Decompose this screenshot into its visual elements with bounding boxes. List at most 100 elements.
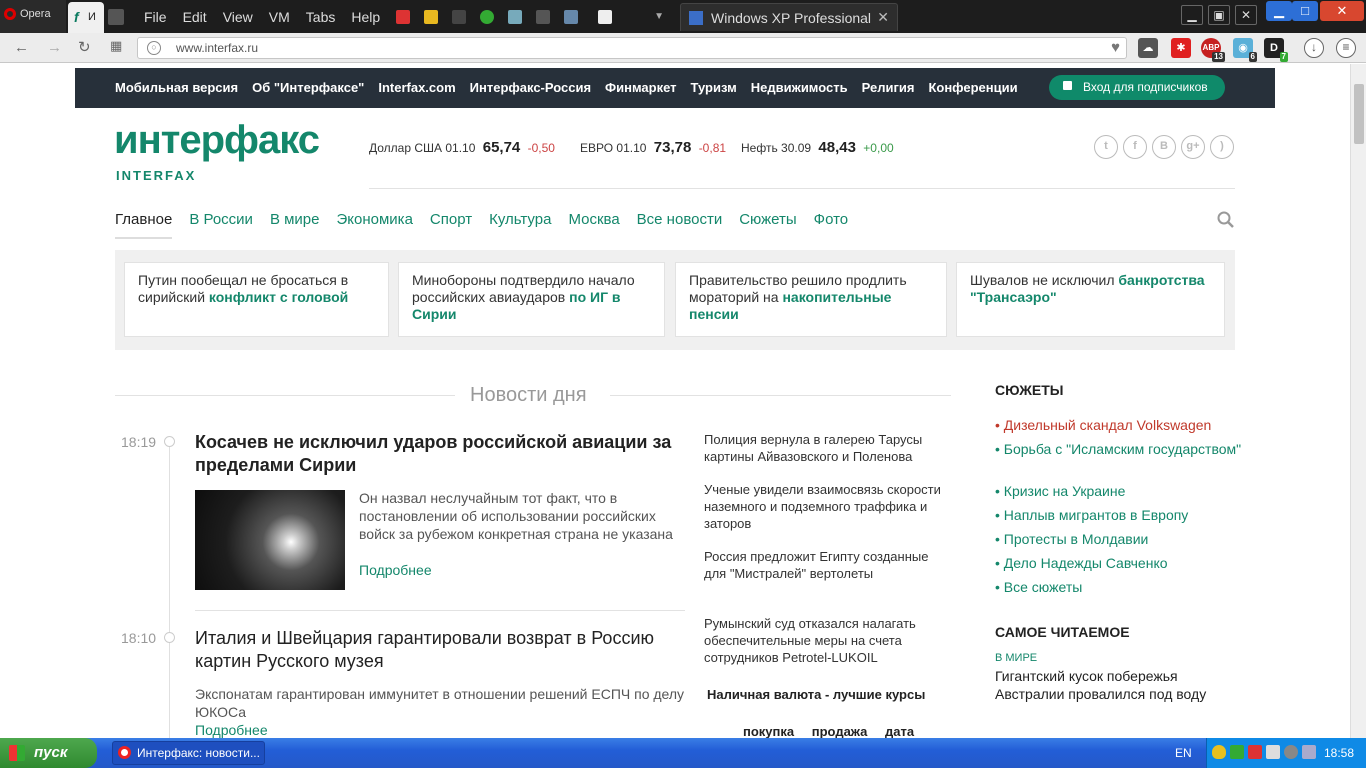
- disconnect-icon[interactable]: D7: [1264, 38, 1288, 62]
- nav-all-news[interactable]: Все новости: [637, 211, 723, 239]
- vm-menu-edit[interactable]: Edit: [183, 9, 207, 25]
- nav-world[interactable]: В мире: [270, 211, 320, 239]
- toplink-about[interactable]: Об "Интерфаксе": [252, 80, 364, 95]
- plot-link[interactable]: • Борьба с "Исламским государством": [995, 440, 1245, 458]
- read-more-link[interactable]: Подробнее: [359, 562, 432, 578]
- security-shield-icon[interactable]: [1212, 745, 1226, 759]
- url-input[interactable]: ○ www.interfax.ru ♥: [137, 37, 1127, 59]
- read-more-link[interactable]: Подробнее: [195, 722, 268, 738]
- scrollbar-thumb[interactable]: [1354, 84, 1364, 144]
- alert-shield-icon[interactable]: [1248, 745, 1262, 759]
- toplink-interfax-russia[interactable]: Интерфакс-Россия: [470, 80, 591, 95]
- vm-menu-file[interactable]: File: [144, 9, 167, 25]
- vm-power-off-icon[interactable]: [396, 9, 411, 24]
- toplink-tourism[interactable]: Туризм: [691, 80, 737, 95]
- page-scrollbar[interactable]: [1350, 64, 1366, 738]
- side-news-item[interactable]: Полиция вернула в галерею Тарусы картины…: [704, 431, 949, 465]
- plot-link[interactable]: • Кризис на Украине: [995, 482, 1245, 500]
- googleplus-icon[interactable]: g+: [1181, 135, 1205, 159]
- menu-icon[interactable]: ≡: [1336, 38, 1356, 58]
- nav-photo[interactable]: Фото: [814, 211, 848, 239]
- rss-icon[interactable]: ): [1210, 135, 1234, 159]
- vk-icon[interactable]: B: [1152, 135, 1176, 159]
- nav-culture[interactable]: Культура: [489, 211, 551, 239]
- reload-icon[interactable]: ↻: [78, 38, 91, 56]
- side-news-item[interactable]: Ученые увидели взаимосвязь скорости назе…: [704, 481, 949, 532]
- nav-sport[interactable]: Спорт: [430, 211, 472, 239]
- forward-icon[interactable]: →: [47, 39, 62, 56]
- headline-link[interactable]: конфликт с головой: [209, 289, 348, 305]
- side-news-item[interactable]: Румынский суд отказался налагать обеспеч…: [704, 615, 949, 666]
- vm-fullscreen-icon[interactable]: [598, 9, 613, 24]
- vm-minimize-button[interactable]: ▁: [1181, 5, 1203, 25]
- close-icon[interactable]: ✕: [877, 9, 889, 26]
- vm-menu-help[interactable]: Help: [351, 9, 380, 25]
- heart-icon[interactable]: ♥: [1111, 39, 1120, 56]
- headline-card[interactable]: Минобороны подтвердило начало российских…: [398, 262, 665, 337]
- interfax-logo[interactable]: интерфакс INTERFAX: [114, 120, 334, 184]
- ghostery-icon[interactable]: ◉ 6: [1233, 38, 1257, 62]
- volume-icon[interactable]: [1302, 745, 1316, 759]
- headline-card[interactable]: Путин пообещал не бросаться в сирийский …: [124, 262, 389, 337]
- vm-snapshot-icon[interactable]: [508, 9, 523, 24]
- guest-maximize-button[interactable]: □: [1292, 1, 1318, 21]
- most-read-category[interactable]: В МИРЕ: [995, 652, 1037, 664]
- article-photo[interactable]: [195, 490, 345, 590]
- vm-reset-icon[interactable]: [480, 9, 495, 24]
- start-button[interactable]: пуск: [0, 738, 97, 768]
- search-icon[interactable]: [1217, 211, 1234, 228]
- vm-maximize-button[interactable]: ▣: [1208, 5, 1230, 25]
- nav-russia[interactable]: В России: [189, 211, 253, 239]
- guest-close-button[interactable]: ✕: [1320, 1, 1364, 21]
- vm-menu-view[interactable]: View: [223, 9, 253, 25]
- nav-moscow[interactable]: Москва: [568, 211, 619, 239]
- guest-minimize-button[interactable]: ▁: [1266, 1, 1292, 21]
- nav-economy[interactable]: Экономика: [337, 211, 413, 239]
- facebook-icon[interactable]: f: [1123, 135, 1147, 159]
- tray-app-icon[interactable]: [1284, 745, 1298, 759]
- vmware-tools-icon[interactable]: [1266, 745, 1280, 759]
- vm-menu-vm[interactable]: VM: [269, 9, 290, 25]
- side-news-item[interactable]: Россия предложит Египту созданные для "М…: [704, 548, 949, 582]
- toplink-mobile[interactable]: Мобильная версия: [115, 80, 238, 95]
- vm-menu-tabs[interactable]: Tabs: [306, 9, 336, 25]
- plot-link-all[interactable]: • Все сюжеты: [995, 578, 1245, 596]
- headline-card[interactable]: Правительство решило продлить мораторий …: [675, 262, 947, 337]
- network-flag-icon[interactable]: [1230, 745, 1244, 759]
- plot-link[interactable]: • Дизельный скандал Volkswagen: [995, 416, 1245, 434]
- article-title[interactable]: Косачев не исключил ударов российской ав…: [195, 431, 685, 477]
- subscriber-login-button[interactable]: Вход для подписчиков: [1049, 75, 1225, 100]
- back-icon[interactable]: ←: [14, 39, 29, 56]
- most-read-title[interactable]: Гигантский кусок побережья Австралии про…: [995, 667, 1235, 703]
- vm-suspend-icon[interactable]: [424, 9, 439, 24]
- vm-manage-snapshots-icon[interactable]: [564, 9, 579, 24]
- nav-plots[interactable]: Сюжеты: [739, 211, 796, 239]
- browser-tab-interfax[interactable]: f И: [68, 2, 104, 33]
- vm-close-button[interactable]: ✕: [1235, 5, 1257, 25]
- vm-library-icon[interactable]: [108, 8, 124, 25]
- language-indicator[interactable]: EN: [1175, 746, 1192, 760]
- toplink-realty[interactable]: Недвижимость: [751, 80, 848, 95]
- plot-link[interactable]: • Протесты в Молдавии: [995, 530, 1245, 548]
- headline-card[interactable]: Шувалов не исключил банкротства "Трансаэ…: [956, 262, 1225, 337]
- plot-link[interactable]: • Дело Надежды Савченко: [995, 554, 1245, 572]
- nav-main[interactable]: Главное: [115, 211, 173, 239]
- toplink-interfax-com[interactable]: Interfax.com: [378, 80, 455, 95]
- taskbar-item-opera[interactable]: Интерфакс: новости...: [112, 741, 265, 765]
- toplink-conferences[interactable]: Конференции: [928, 80, 1017, 95]
- vm-revert-icon[interactable]: [536, 9, 551, 24]
- vm-play-icon[interactable]: [452, 9, 467, 24]
- download-icon[interactable]: ↓: [1304, 38, 1324, 58]
- vm-tab-windows-xp[interactable]: Windows XP Professional ✕: [680, 3, 898, 31]
- speed-dial-icon[interactable]: ▦: [110, 38, 122, 54]
- article-title[interactable]: Италия и Швейцария гарантировали возврат…: [195, 627, 690, 673]
- toplink-finmarket[interactable]: Финмаркет: [605, 80, 677, 95]
- download-cloud-icon[interactable]: ☁: [1138, 38, 1158, 58]
- adblock-icon[interactable]: ABP 13: [1201, 38, 1225, 62]
- plot-link[interactable]: • Наплыв мигрантов в Европу: [995, 506, 1245, 524]
- toplink-religion[interactable]: Религия: [862, 80, 915, 95]
- lastpass-icon[interactable]: ✱: [1171, 38, 1191, 58]
- twitter-icon[interactable]: t: [1094, 135, 1118, 159]
- opera-menu-tab[interactable]: Opera: [0, 0, 66, 33]
- chevron-down-icon[interactable]: ▼: [654, 11, 664, 22]
